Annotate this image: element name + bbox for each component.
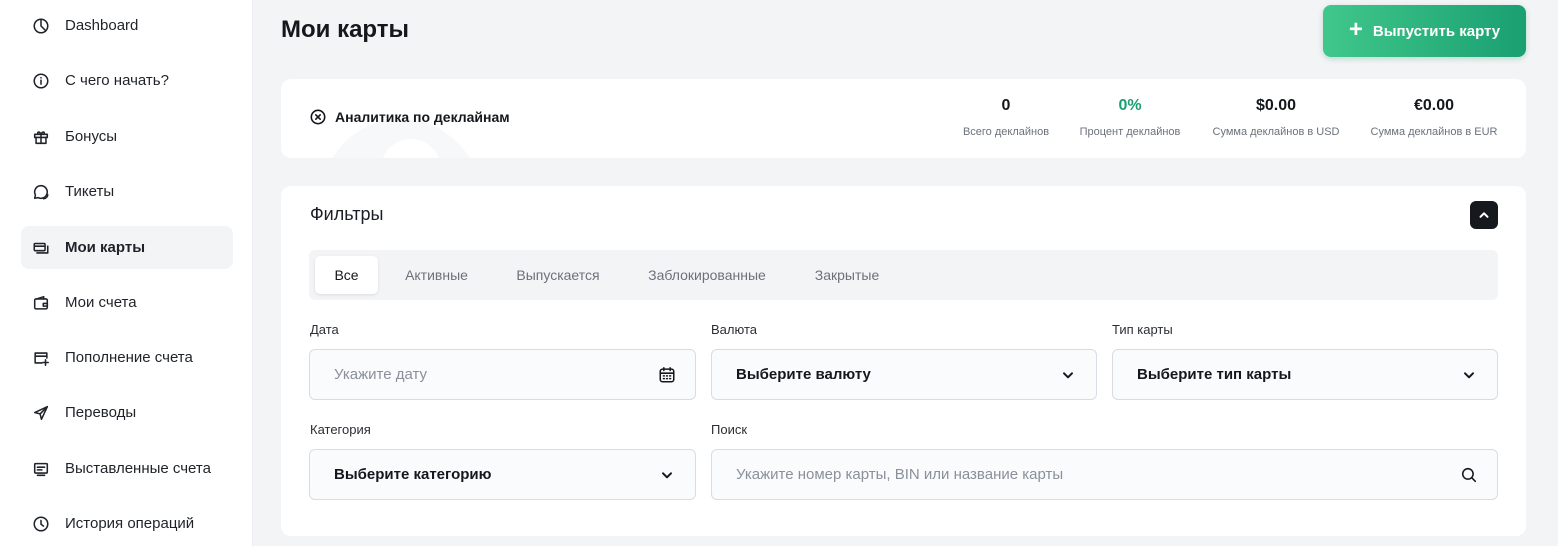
sidebar-item-getting-started[interactable]: С чего начать? xyxy=(21,59,233,102)
sidebar: Dashboard С чего начать? Бонусы Тикеты М… xyxy=(0,0,253,546)
sidebar-item-label: Мои карты xyxy=(65,239,146,256)
sidebar-item-dashboard[interactable]: Dashboard xyxy=(21,4,233,47)
sidebar-item-label: Dashboard xyxy=(65,17,139,34)
tab-active[interactable]: Активные xyxy=(389,256,484,294)
stat-label: Сумма деклайнов в USD xyxy=(1212,126,1340,138)
stat-value: 0% xyxy=(1118,97,1142,114)
stat-value: €0.00 xyxy=(1413,97,1455,114)
currency-value: Выберите валюту xyxy=(736,366,871,383)
category-label: Категория xyxy=(310,422,371,437)
chevron-down-icon xyxy=(1058,365,1078,385)
sidebar-item-label: С чего начать? xyxy=(65,72,169,89)
info-icon xyxy=(31,71,51,91)
gift-icon xyxy=(31,127,51,147)
category-select[interactable]: Выберите категорию xyxy=(309,449,696,500)
date-field[interactable]: Укажите дату xyxy=(309,349,696,400)
sidebar-item-label: Выставленные счета xyxy=(65,460,211,477)
tab-blocked[interactable]: Заблокированные xyxy=(631,256,783,294)
clock-icon xyxy=(31,514,51,534)
category-value: Выберите категорию xyxy=(334,466,492,483)
sidebar-item-label: Бонусы xyxy=(65,128,118,145)
search-label: Поиск xyxy=(711,422,748,437)
declines-analytics-card: Аналитика по деклайнам 0 Всего деклайнов… xyxy=(281,79,1526,158)
sidebar-item-label: Пополнение счета xyxy=(65,349,193,366)
currency-select[interactable]: Выберите валюту xyxy=(711,349,1097,400)
chat-icon xyxy=(31,182,51,202)
sidebar-item-tickets[interactable]: Тикеты xyxy=(21,170,233,213)
analytics-title-label: Аналитика по деклайнам xyxy=(335,109,510,125)
page-title: Мои карты xyxy=(281,16,410,43)
date-label: Дата xyxy=(310,322,339,337)
currency-label: Валюта xyxy=(711,322,757,337)
stat-declines-usd: $0.00 Сумма деклайнов в USD xyxy=(1206,97,1346,138)
plus-icon: + xyxy=(1348,16,1363,43)
sidebar-item-invoices[interactable]: Выставленные счета xyxy=(21,447,233,490)
card-type-select[interactable]: Выберите тип карты xyxy=(1112,349,1498,400)
status-tabs: Все Активные Выпускается Заблокированные… xyxy=(309,250,1498,300)
close-circle-icon xyxy=(310,109,326,125)
sidebar-item-history[interactable]: История операций xyxy=(21,502,233,545)
analytics-title: Аналитика по деклайнам xyxy=(310,109,510,125)
stat-label: Всего деклайнов xyxy=(962,126,1050,138)
card-type-label: Тип карты xyxy=(1112,322,1173,337)
search-placeholder: Укажите номер карты, BIN или название ка… xyxy=(736,466,1064,483)
stat-label: Сумма деклайнов в EUR xyxy=(1370,126,1498,138)
chevron-up-icon xyxy=(1479,212,1489,218)
wallet-icon xyxy=(31,293,51,313)
sidebar-item-label: Тикеты xyxy=(65,183,115,200)
stat-label: Процент деклайнов xyxy=(1079,126,1181,138)
main-content: Мои карты + Выпустить карту Аналитика по… xyxy=(253,0,1558,546)
sidebar-item-label: Мои счета xyxy=(65,294,137,311)
sidebar-item-bonuses[interactable]: Бонусы xyxy=(21,115,233,158)
filters-card: Фильтры Все Активные Выпускается Заблоки… xyxy=(281,186,1526,536)
cards-icon xyxy=(31,238,51,258)
stat-total-declines: 0 Всего деклайнов xyxy=(956,97,1056,138)
tab-issuing[interactable]: Выпускается xyxy=(499,256,617,294)
sidebar-item-top-up[interactable]: Пополнение счета xyxy=(21,336,233,379)
tab-all[interactable]: Все xyxy=(315,256,378,294)
invoice-icon xyxy=(31,459,51,479)
issue-card-button[interactable]: + Выпустить карту xyxy=(1323,5,1526,57)
sidebar-item-transfers[interactable]: Переводы xyxy=(21,391,233,434)
calendar-icon[interactable] xyxy=(657,365,677,385)
issue-card-label: Выпустить карту xyxy=(1372,22,1501,40)
sidebar-item-my-cards[interactable]: Мои карты xyxy=(21,226,233,269)
stat-decline-percent: 0% Процент деклайнов xyxy=(1075,97,1185,138)
date-placeholder: Укажите дату xyxy=(334,366,428,383)
chevron-down-icon xyxy=(1459,365,1479,385)
sidebar-item-my-accounts[interactable]: Мои счета xyxy=(21,281,233,324)
stat-value: 0 xyxy=(1001,97,1011,114)
sidebar-item-label: История операций xyxy=(65,515,195,532)
sidebar-item-label: Переводы xyxy=(65,404,137,421)
tab-closed[interactable]: Закрытые xyxy=(797,256,897,294)
stat-declines-eur: €0.00 Сумма деклайнов в EUR xyxy=(1364,97,1504,138)
collapse-filters-button[interactable] xyxy=(1470,201,1498,229)
filters-title: Фильтры xyxy=(310,204,384,224)
search-input[interactable]: Укажите номер карты, BIN или название ка… xyxy=(711,449,1498,500)
pie-chart-icon xyxy=(31,16,51,36)
card-add-icon xyxy=(31,348,51,368)
chevron-down-icon xyxy=(657,465,677,485)
card-type-value: Выберите тип карты xyxy=(1137,366,1292,383)
stat-value: $0.00 xyxy=(1255,97,1297,114)
send-icon xyxy=(31,403,51,423)
search-icon[interactable] xyxy=(1459,465,1479,485)
